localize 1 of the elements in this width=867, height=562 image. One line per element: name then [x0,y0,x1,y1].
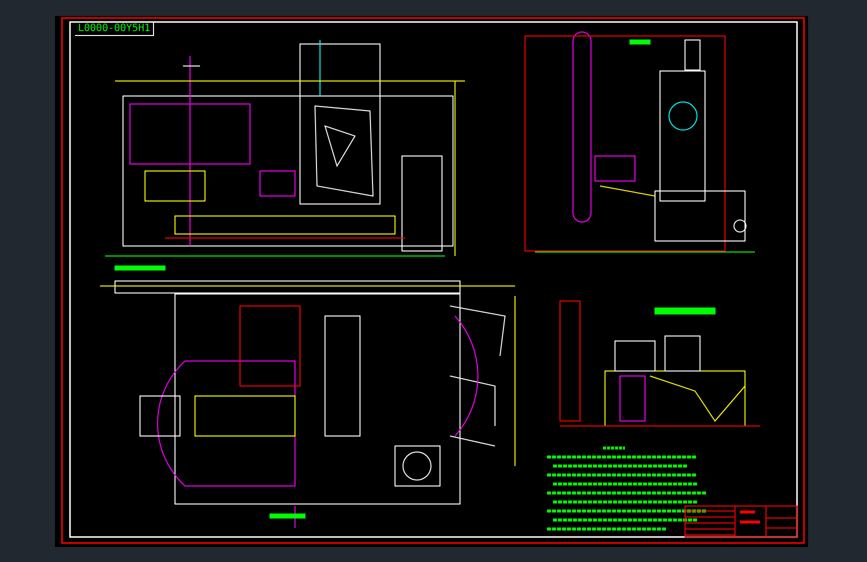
drawing-code-label: L0000-00Y5H1 [75,22,154,36]
